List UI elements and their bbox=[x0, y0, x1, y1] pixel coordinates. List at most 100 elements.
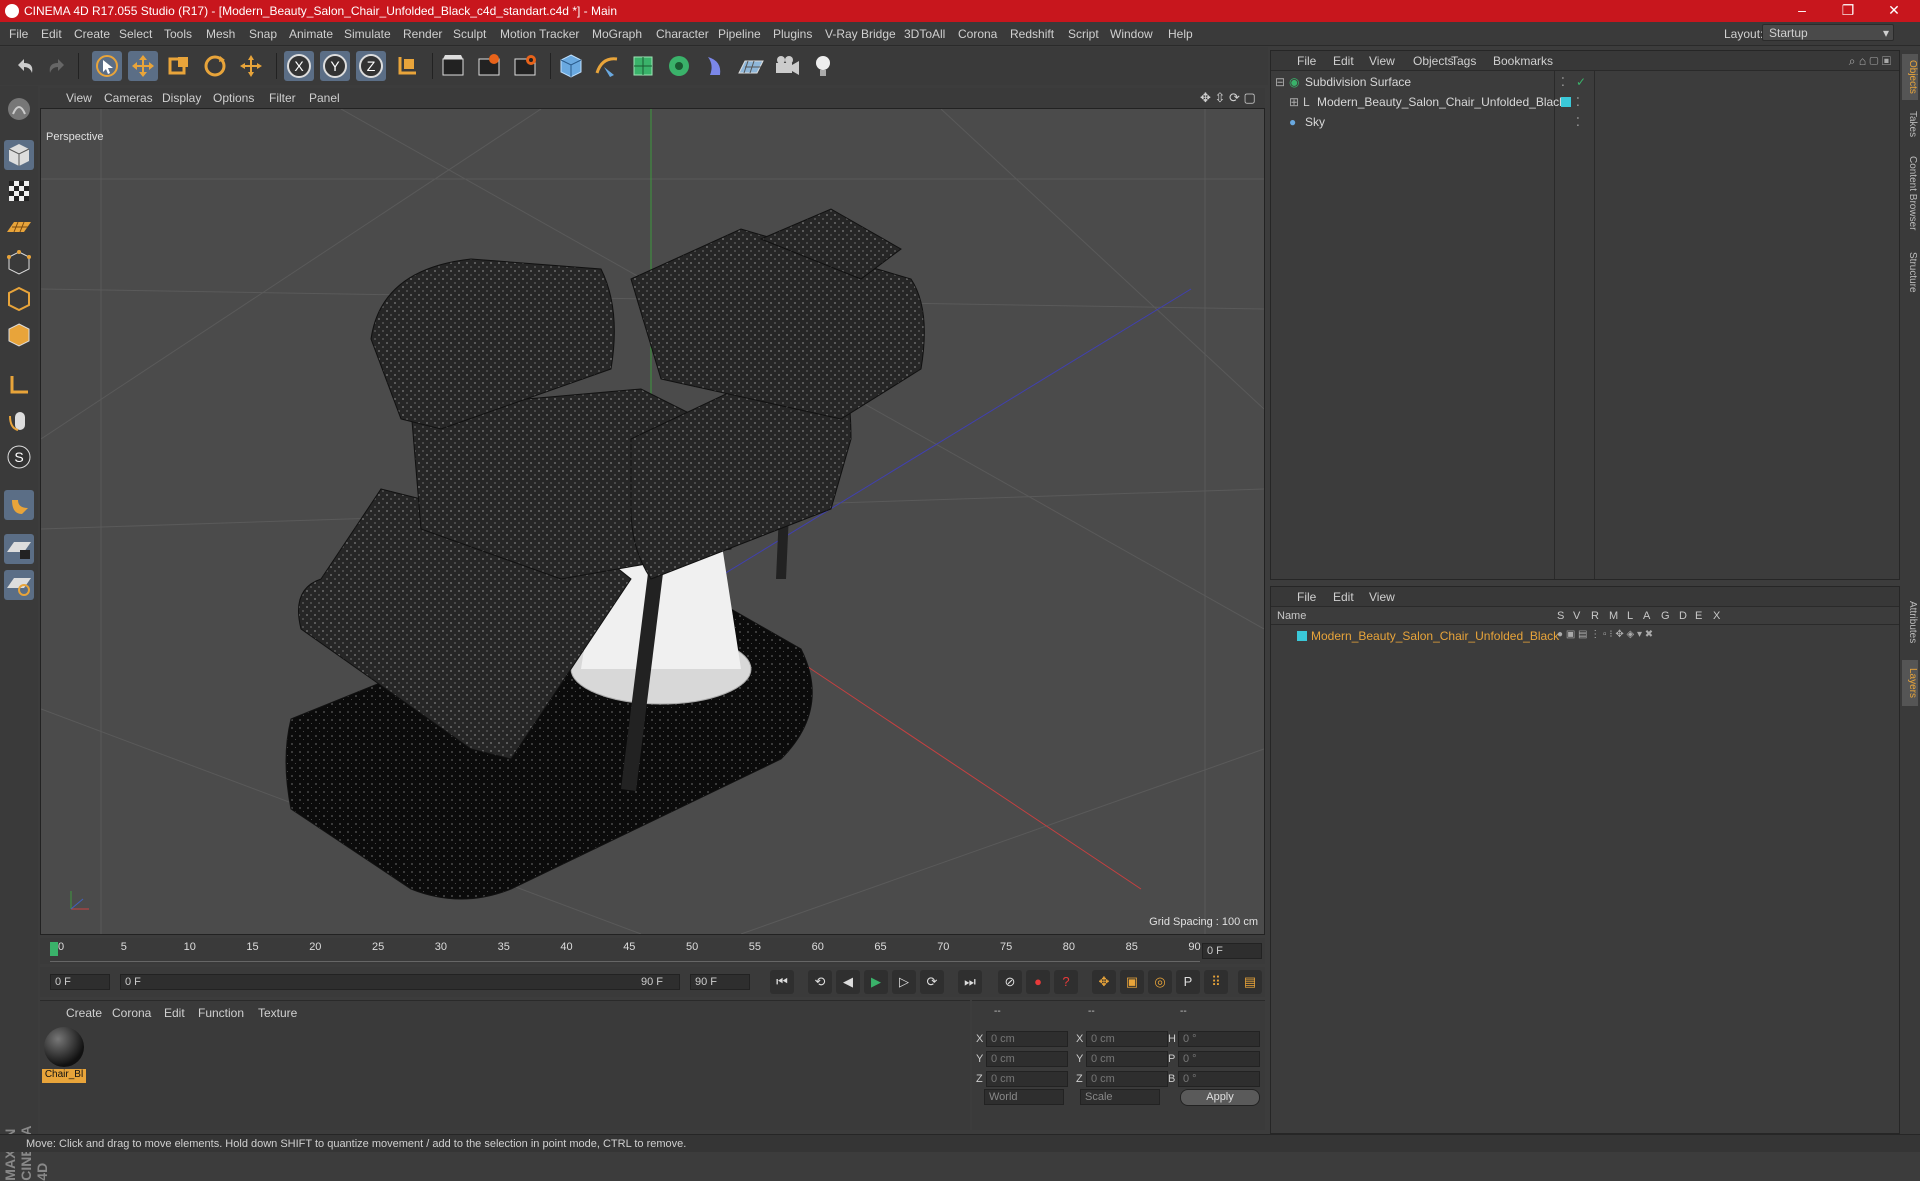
layer-row[interactable]: Modern_Beauty_Salon_Chair_Unfolded_Black… bbox=[1271, 627, 1899, 644]
texture-mode-button[interactable] bbox=[4, 176, 34, 206]
viewport-menu-cameras[interactable]: Cameras bbox=[104, 91, 153, 105]
material-item[interactable]: Chair_Bl bbox=[42, 1025, 86, 1083]
rotate-tool-button[interactable] bbox=[200, 51, 230, 81]
select-tool-button[interactable] bbox=[92, 51, 122, 81]
redo-button[interactable] bbox=[42, 51, 72, 81]
apply-button[interactable]: Apply bbox=[1180, 1089, 1260, 1106]
coord-value-field[interactable]: 0 cm bbox=[986, 1071, 1068, 1087]
timeline-window-button[interactable]: ▤ bbox=[1238, 970, 1262, 994]
tab-structure[interactable]: Structure bbox=[1902, 244, 1918, 300]
timeline-ruler[interactable]: 0 5 10 15 20 25 30 35 40 45 50 55 60 65 70 75 80 85 90 0 F bbox=[40, 938, 1265, 964]
coord-mode-world-select[interactable]: World bbox=[984, 1089, 1064, 1105]
next-frame-button[interactable]: ▷ bbox=[892, 970, 916, 994]
render-region-button[interactable] bbox=[474, 51, 504, 81]
undo-button[interactable] bbox=[10, 51, 40, 81]
material-tag-icon[interactable] bbox=[1561, 97, 1571, 107]
transform-tool-button[interactable] bbox=[236, 51, 266, 81]
tab-objects[interactable]: Objects bbox=[1902, 54, 1918, 100]
key-param-button[interactable]: P bbox=[1176, 970, 1200, 994]
spline-pen-button[interactable] bbox=[592, 51, 622, 81]
viewport-menu-panel[interactable]: Panel bbox=[309, 91, 340, 105]
current-frame-field[interactable]: 0 F bbox=[1202, 943, 1262, 959]
viewport-menu-view[interactable]: View bbox=[66, 91, 92, 105]
workplane-mode-button[interactable] bbox=[4, 212, 34, 242]
workplane-lock-button[interactable] bbox=[4, 570, 34, 600]
coord-value-field[interactable]: 0 ° bbox=[1178, 1031, 1260, 1047]
tab-layers[interactable]: Layers bbox=[1902, 660, 1918, 706]
viewport-menu-filter[interactable]: Filter bbox=[269, 91, 296, 105]
light-button[interactable] bbox=[808, 51, 838, 81]
cloner-button[interactable] bbox=[664, 51, 694, 81]
visibility-dots-icon[interactable]: ⁚ bbox=[1561, 75, 1565, 89]
previous-frame-button[interactable]: ◀ bbox=[836, 970, 860, 994]
object-row-chair[interactable]: ⊞ L Modern_Beauty_Salon_Chair_Unfolded_B… bbox=[1271, 93, 1899, 110]
menu-create[interactable]: Create bbox=[74, 27, 110, 41]
move-tool-button[interactable] bbox=[128, 51, 158, 81]
menu-script[interactable]: Script bbox=[1068, 27, 1099, 41]
obj-menu-objects[interactable]: Objects bbox=[1413, 54, 1454, 68]
record-keys-off-button[interactable]: ⊘ bbox=[998, 970, 1022, 994]
visibility-dots-icon[interactable]: ⁚ bbox=[1576, 115, 1580, 129]
layout-select[interactable]: Startup ▾ bbox=[1762, 24, 1894, 41]
snap-button[interactable]: S bbox=[4, 442, 34, 472]
coord-mode-scale-select[interactable]: Scale bbox=[1080, 1089, 1160, 1105]
coord-value-field[interactable]: 0 cm bbox=[1086, 1051, 1168, 1067]
menu-pipeline[interactable]: Pipeline bbox=[718, 27, 761, 41]
menu-plugins[interactable]: Plugins bbox=[773, 27, 812, 41]
coord-value-field[interactable]: 0 cm bbox=[986, 1031, 1068, 1047]
viewport-nav-icons[interactable]: ✥ ⇳ ⟳ ▢ bbox=[1200, 90, 1256, 106]
deformer-button[interactable] bbox=[700, 51, 730, 81]
obj-menu-bookmarks[interactable]: Bookmarks bbox=[1493, 54, 1553, 68]
go-to-end-button[interactable]: ⏭ bbox=[958, 970, 982, 994]
record-button[interactable]: ● bbox=[1026, 970, 1050, 994]
tab-content-browser[interactable]: Content Browser bbox=[1902, 148, 1918, 238]
camera-button[interactable] bbox=[772, 51, 802, 81]
polygons-mode-button[interactable] bbox=[4, 320, 34, 350]
search-icon[interactable]: ⌕ ⌂ ▢ ▣ bbox=[1849, 54, 1891, 69]
floor-button[interactable] bbox=[736, 51, 766, 81]
viewport-menu-options[interactable]: Options bbox=[213, 91, 254, 105]
key-rotate-button[interactable]: ◎ bbox=[1148, 970, 1172, 994]
grid-lock-button[interactable] bbox=[4, 534, 34, 564]
expand-icon[interactable]: ⊞ bbox=[1289, 95, 1299, 109]
viewport-menu-display[interactable]: Display bbox=[162, 91, 201, 105]
menu-help[interactable]: Help bbox=[1168, 27, 1193, 41]
object-row-sky[interactable]: ● Sky ⁚ bbox=[1271, 113, 1899, 130]
menu-mograph[interactable]: MoGraph bbox=[592, 27, 642, 41]
checkmark-icon[interactable]: ✓ bbox=[1576, 75, 1586, 89]
points-mode-button[interactable] bbox=[4, 248, 34, 278]
menu-mesh[interactable]: Mesh bbox=[206, 27, 235, 41]
layer-menu-edit[interactable]: Edit bbox=[1333, 590, 1354, 604]
obj-menu-file[interactable]: File bbox=[1297, 54, 1316, 68]
play-button[interactable]: ▶ bbox=[864, 970, 888, 994]
mat-menu-edit[interactable]: Edit bbox=[164, 1006, 185, 1020]
next-key-button[interactable]: ⟳ bbox=[920, 970, 944, 994]
tweak-mode-button[interactable] bbox=[4, 406, 34, 436]
key-scale-button[interactable]: ▣ bbox=[1120, 970, 1144, 994]
coord-value-field[interactable]: 0 cm bbox=[1086, 1071, 1168, 1087]
subdivision-surface-button[interactable] bbox=[628, 51, 658, 81]
y-axis-lock-button[interactable]: Y bbox=[320, 51, 350, 81]
menu-simulate[interactable]: Simulate bbox=[344, 27, 391, 41]
3d-viewport[interactable]: Perspective Grid Spacing : 100 cm bbox=[40, 108, 1265, 935]
start-frame-field[interactable]: 0 F bbox=[50, 974, 110, 990]
x-axis-lock-button[interactable]: X bbox=[284, 51, 314, 81]
render-view-button[interactable] bbox=[438, 51, 468, 81]
menu-file[interactable]: File bbox=[9, 27, 28, 41]
menu-redshift[interactable]: Redshift bbox=[1010, 27, 1054, 41]
scale-tool-button[interactable] bbox=[164, 51, 194, 81]
collapse-icon[interactable]: ⊟ bbox=[1275, 75, 1285, 89]
autokey-button[interactable]: ? bbox=[1054, 970, 1078, 994]
menu-motion-tracker[interactable]: Motion Tracker bbox=[500, 27, 579, 41]
restore-button[interactable]: ❐ bbox=[1828, 2, 1868, 19]
menu-render[interactable]: Render bbox=[403, 27, 442, 41]
mat-menu-texture[interactable]: Texture bbox=[258, 1006, 297, 1020]
menu-vray-bridge[interactable]: V-Ray Bridge bbox=[825, 27, 896, 41]
previous-key-button[interactable]: ⟲ bbox=[808, 970, 832, 994]
menu-snap[interactable]: Snap bbox=[249, 27, 277, 41]
layer-color-icon[interactable] bbox=[1297, 631, 1307, 641]
go-to-start-button[interactable]: ⏮ bbox=[770, 970, 794, 994]
obj-menu-view[interactable]: View bbox=[1369, 54, 1395, 68]
magnet-button[interactable] bbox=[4, 490, 34, 520]
menu-corona[interactable]: Corona bbox=[958, 27, 997, 41]
